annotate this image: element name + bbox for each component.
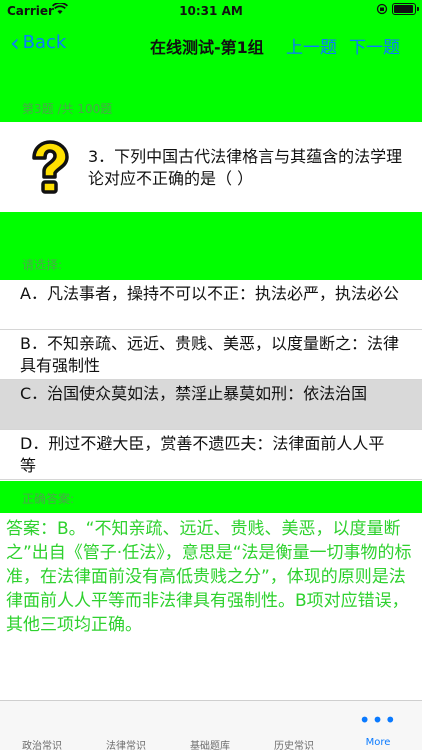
choose-label: 请选择: <box>22 258 63 272</box>
tab-history[interactable]: 历史常识 <box>252 701 336 752</box>
tab-more[interactable]: ••• More <box>336 701 420 751</box>
option-b-label: B．不知亲疏、远近、贵贱、美恶，以度量断之：法律具有强制性 <box>20 334 399 375</box>
back-label: Back <box>22 32 67 53</box>
option-d[interactable]: D．刑过不避大臣，赏善不遗匹夫：法律面前人人平等 <box>0 430 422 480</box>
tab-bar: 政治常识 法律常识 基础题库 历史常识 ••• More <box>0 700 422 752</box>
answer-band: 正确答案: <box>0 481 422 513</box>
tab-more-label: More <box>365 737 391 748</box>
question-progress: 第3题 /共 100题 <box>22 102 113 116</box>
back-button[interactable]: ‹ Back <box>10 28 67 57</box>
status-bar: Carrier 10:31 AM <box>0 0 422 22</box>
option-a-label: A．凡法事者，操持不可以不正：执法必严，执法必公 <box>20 284 399 303</box>
option-a[interactable]: A．凡法事者，操持不可以不正：执法必严，执法必公 <box>0 280 422 330</box>
navigation-bar: ‹ Back 在线测试-第1组 上一题 下一题 <box>0 22 422 66</box>
orientation-lock-icon <box>376 3 388 15</box>
chevron-left-icon: ‹ <box>10 28 20 57</box>
question-text: 3．下列中国古代法律格言与其蕴含的法学理论对应不正确的是（ ） <box>88 147 403 188</box>
progress-band: 第3题 /共 100题 <box>0 66 422 122</box>
option-c[interactable]: C．治国使众莫如法，禁淫止暴莫如刑：依法治国 <box>0 380 422 430</box>
question-mark-icon <box>32 140 69 194</box>
clock: 10:31 AM <box>179 4 243 18</box>
previous-question-button[interactable]: 上一题 <box>286 33 337 58</box>
tab-politics[interactable]: 政治常识 <box>0 701 84 752</box>
answer-label: 正确答案: <box>22 492 75 506</box>
page-title: 在线测试-第1组 <box>150 38 264 57</box>
answer-explanation: 答案：B。“不知亲疏、远近、贵贱、美恶，以度量断之”出自《管子·任法》，意思是“… <box>6 519 412 635</box>
tab-law[interactable]: 法律常识 <box>84 701 168 752</box>
next-question-button[interactable]: 下一题 <box>349 33 400 58</box>
option-c-label: C．治国使众莫如法，禁淫止暴莫如刑：依法治国 <box>20 384 368 403</box>
choose-band: 请选择: <box>0 212 422 280</box>
battery-icon <box>392 3 419 15</box>
more-dots-icon: ••• <box>358 708 398 732</box>
option-d-label: D．刑过不避大臣，赏善不遗匹夫：法律面前人人平等 <box>20 434 385 475</box>
option-b[interactable]: B．不知亲疏、远近、贵贱、美恶，以度量断之：法律具有强制性 <box>0 330 422 380</box>
question-card: 3．下列中国古代法律格言与其蕴含的法学理论对应不正确的是（ ） <box>0 122 422 212</box>
tab-basic-bank[interactable]: 基础题库 <box>168 701 252 752</box>
